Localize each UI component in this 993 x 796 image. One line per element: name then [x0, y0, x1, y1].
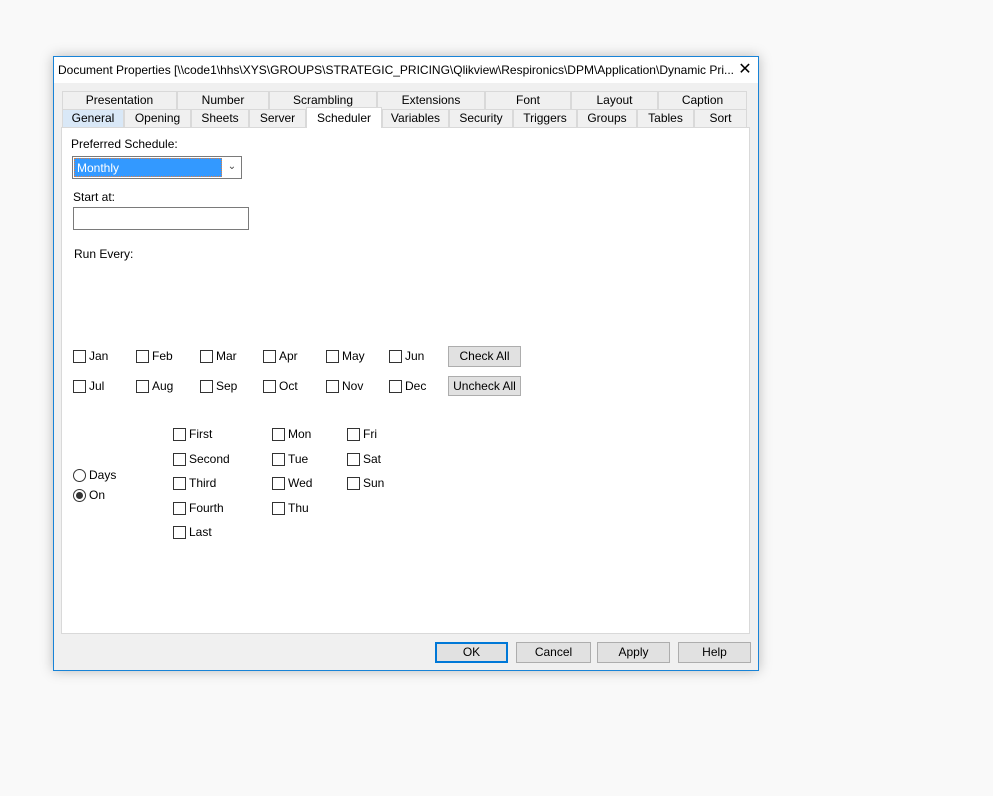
apply-button[interactable]: Apply	[597, 642, 670, 663]
tab-opening[interactable]: Opening	[124, 109, 191, 127]
ordinal-fourth-label: Fourth	[189, 501, 224, 515]
help-button[interactable]: Help	[678, 642, 751, 663]
weekday-thu-label: Thu	[288, 501, 309, 515]
ordinal-first-checkbox[interactable]	[173, 428, 186, 441]
month-jul-checkbox[interactable]	[73, 380, 86, 393]
month-jun-label: Jun	[405, 349, 425, 363]
title-bar: Document Properties [\\code1\hhs\XYS\GRO…	[54, 57, 758, 83]
tab-tables[interactable]: Tables	[637, 109, 694, 127]
month-mar-checkbox[interactable]	[200, 350, 213, 363]
radio-days[interactable]	[73, 469, 86, 482]
ordinal-second-checkbox[interactable]	[173, 453, 186, 466]
check-all-button[interactable]: Check All	[448, 346, 521, 367]
weekday-thu-checkbox[interactable]	[272, 502, 285, 515]
radio-on-label: On	[89, 488, 106, 502]
weekday-sat-label: Sat	[363, 452, 382, 466]
month-oct-checkbox[interactable]	[263, 380, 276, 393]
weekday-tue-label: Tue	[288, 452, 309, 466]
tab-extensions[interactable]: Extensions	[377, 91, 485, 109]
tab-font[interactable]: Font	[485, 91, 571, 109]
weekday-tue-checkbox[interactable]	[272, 453, 285, 466]
tab-security[interactable]: Security	[449, 109, 513, 127]
start-at-input[interactable]	[73, 207, 249, 230]
weekday-mon-checkbox[interactable]	[272, 428, 285, 441]
document-properties-dialog: Document Properties [\\code1\hhs\XYS\GRO…	[53, 56, 759, 671]
tab-sheets[interactable]: Sheets	[191, 109, 249, 127]
month-apr-label: Apr	[279, 349, 298, 363]
ordinal-second-label: Second	[189, 452, 230, 466]
ordinal-last-checkbox[interactable]	[173, 526, 186, 539]
preferred-schedule-dropdown[interactable]: Monthly ⌄	[72, 156, 242, 179]
cancel-button[interactable]: Cancel	[516, 642, 591, 663]
month-nov-label: Nov	[342, 379, 364, 393]
month-jul-label: Jul	[89, 379, 105, 393]
month-sep-label: Sep	[216, 379, 238, 393]
tab-general[interactable]: General	[62, 109, 124, 127]
tab-sort[interactable]: Sort	[694, 109, 747, 127]
run-every-label: Run Every:	[74, 247, 134, 261]
month-feb-checkbox[interactable]	[136, 350, 149, 363]
weekday-wed-checkbox[interactable]	[272, 477, 285, 490]
month-sep-checkbox[interactable]	[200, 380, 213, 393]
ordinal-third-checkbox[interactable]	[173, 477, 186, 490]
month-oct-label: Oct	[279, 379, 298, 393]
ordinal-third-label: Third	[189, 476, 217, 490]
month-jan-checkbox[interactable]	[73, 350, 86, 363]
window-title: Document Properties [\\code1\hhs\XYS\GRO…	[58, 63, 734, 77]
month-apr-checkbox[interactable]	[263, 350, 276, 363]
month-mar-label: Mar	[216, 349, 237, 363]
month-feb-label: Feb	[152, 349, 173, 363]
radio-days-label: Days	[89, 468, 117, 482]
tab-scheduler[interactable]: Scheduler	[306, 107, 382, 128]
start-at-label: Start at:	[73, 190, 116, 204]
radio-on[interactable]	[73, 489, 86, 502]
month-jun-checkbox[interactable]	[389, 350, 402, 363]
month-nov-checkbox[interactable]	[326, 380, 339, 393]
close-icon[interactable]: ✕	[734, 59, 756, 81]
weekday-sat-checkbox[interactable]	[347, 453, 360, 466]
tab-triggers[interactable]: Triggers	[513, 109, 577, 127]
tab-server[interactable]: Server	[249, 109, 306, 127]
tab-variables[interactable]: Variables	[382, 109, 449, 127]
preferred-schedule-label: Preferred Schedule:	[71, 137, 178, 151]
tab-layout[interactable]: Layout	[571, 91, 658, 109]
tab-number[interactable]: Number	[177, 91, 269, 109]
month-jan-label: Jan	[89, 349, 109, 363]
month-dec-label: Dec	[405, 379, 427, 393]
scheduler-panel: Preferred Schedule: Monthly ⌄ Start at: …	[61, 127, 750, 634]
tab-caption[interactable]: Caption	[658, 91, 747, 109]
tab-presentation[interactable]: Presentation	[62, 91, 177, 109]
weekday-wed-label: Wed	[288, 476, 313, 490]
ordinal-last-label: Last	[189, 525, 212, 539]
ordinal-fourth-checkbox[interactable]	[173, 502, 186, 515]
dropdown-value: Monthly	[74, 158, 222, 177]
weekday-fri-label: Fri	[363, 427, 377, 441]
month-may-checkbox[interactable]	[326, 350, 339, 363]
ok-button[interactable]: OK	[435, 642, 508, 663]
weekday-mon-label: Mon	[288, 427, 312, 441]
month-aug-checkbox[interactable]	[136, 380, 149, 393]
month-aug-label: Aug	[152, 379, 174, 393]
uncheck-all-button[interactable]: Uncheck All	[448, 376, 521, 396]
month-may-label: May	[342, 349, 365, 363]
weekday-sun-checkbox[interactable]	[347, 477, 360, 490]
ordinal-first-label: First	[189, 427, 213, 441]
tab-groups[interactable]: Groups	[577, 109, 637, 127]
chevron-down-icon[interactable]: ⌄	[223, 157, 241, 178]
weekday-sun-label: Sun	[363, 476, 385, 490]
weekday-fri-checkbox[interactable]	[347, 428, 360, 441]
month-dec-checkbox[interactable]	[389, 380, 402, 393]
